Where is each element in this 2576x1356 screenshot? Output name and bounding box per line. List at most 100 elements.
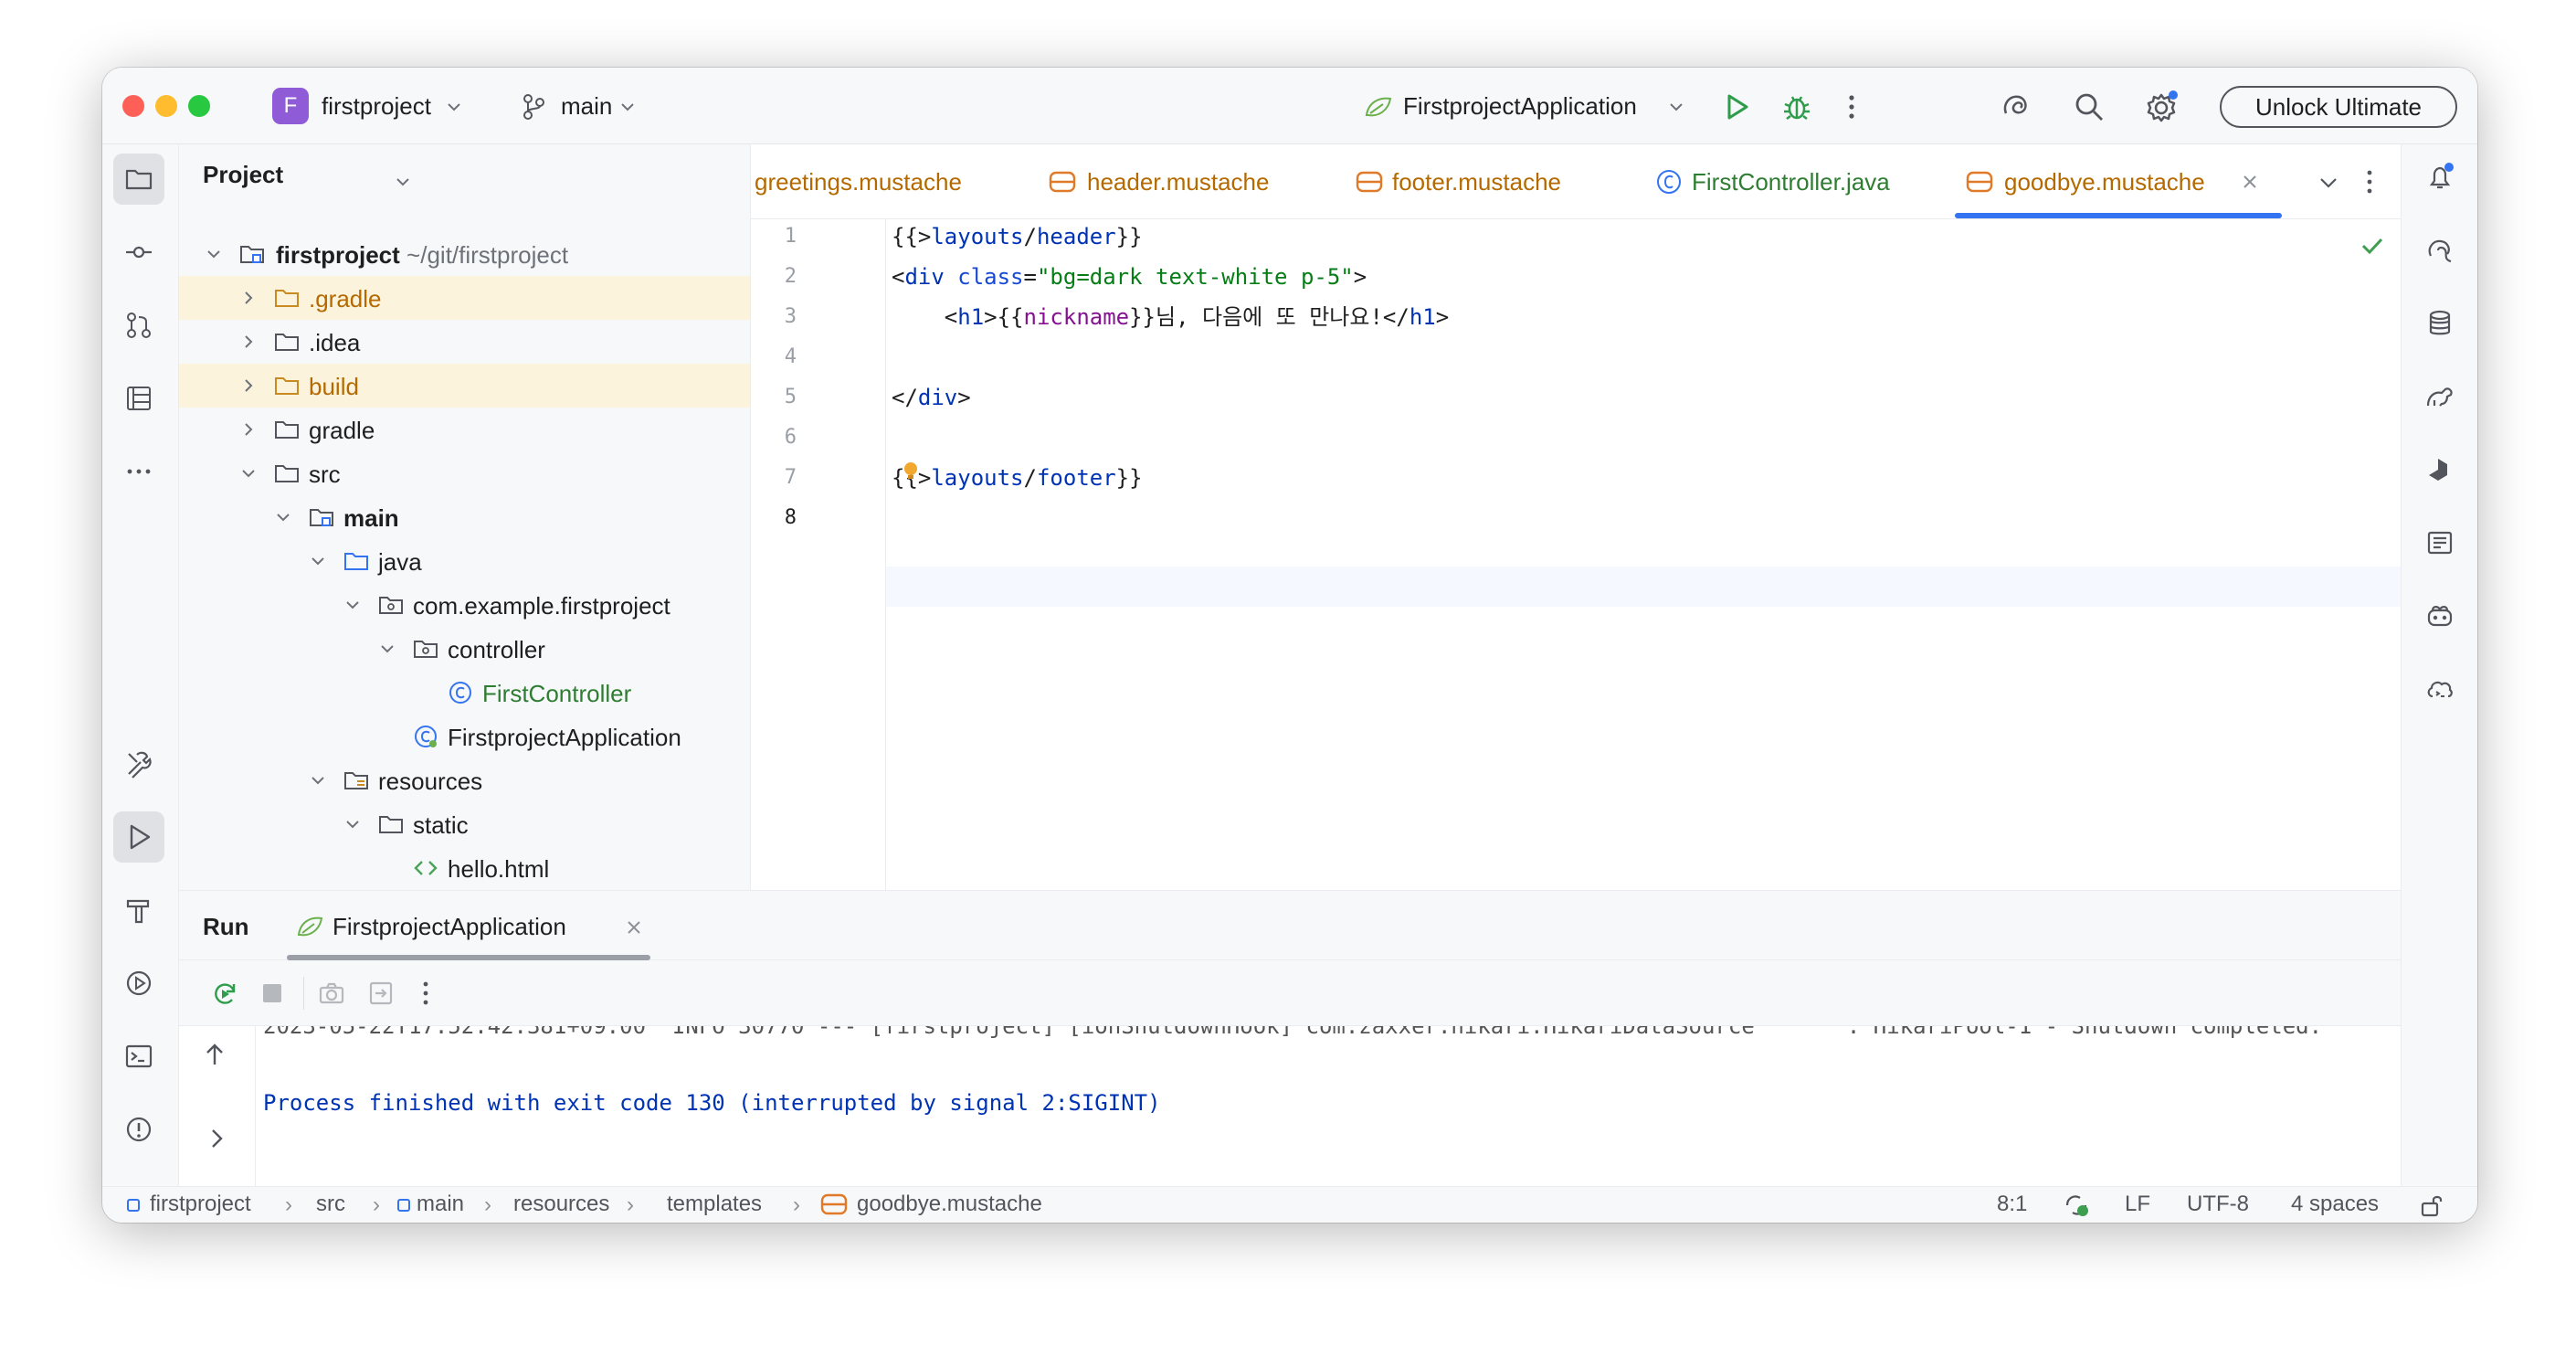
- arrow-up-icon[interactable]: [203, 1041, 227, 1068]
- plugin-button[interactable]: [2414, 444, 2465, 495]
- ai-assistant-icon[interactable]: [1999, 90, 2033, 124]
- chevron-down-icon[interactable]: [1668, 99, 1684, 115]
- unlock-icon[interactable]: [2419, 1192, 2444, 1218]
- tree-item-firstcontroller[interactable]: FirstController: [179, 671, 750, 715]
- chevron-down-icon[interactable]: [2318, 174, 2338, 192]
- problems-tool-button[interactable]: [113, 1104, 164, 1155]
- copilot-button[interactable]: [2414, 590, 2465, 641]
- tree-item-idea[interactable]: .idea: [179, 320, 750, 364]
- run-tab-label[interactable]: FirstprojectApplication: [333, 913, 566, 941]
- unlock-ultimate-button[interactable]: Unlock Ultimate: [2220, 86, 2457, 128]
- close-window-button[interactable]: [122, 95, 144, 117]
- run-tool-button[interactable]: [113, 811, 164, 863]
- close-tab-icon[interactable]: [627, 920, 641, 935]
- rerun-icon[interactable]: [210, 979, 239, 1008]
- chevron-down-icon[interactable]: [274, 508, 292, 526]
- database-button[interactable]: [2414, 298, 2465, 349]
- debug-icon[interactable]: [1781, 91, 1812, 122]
- pull-requests-tool-button[interactable]: [113, 300, 164, 351]
- breadcrumb-resources[interactable]: resources: [513, 1191, 609, 1218]
- file-encoding[interactable]: UTF-8: [2187, 1191, 2249, 1218]
- more-vertical-icon[interactable]: [2364, 166, 2375, 197]
- project-panel-title[interactable]: Project: [203, 161, 283, 189]
- minimize-window-button[interactable]: [155, 95, 177, 117]
- endpoints-tool-button[interactable]: [113, 958, 164, 1009]
- ai-chat-button[interactable]: [2414, 225, 2465, 276]
- terminal-tool-button[interactable]: [113, 1031, 164, 1082]
- breadcrumb-main[interactable]: main: [417, 1191, 464, 1218]
- commit-tool-button[interactable]: [113, 227, 164, 278]
- camera-icon[interactable]: [318, 980, 345, 1006]
- line-ending[interactable]: LF: [2125, 1191, 2150, 1218]
- vcs-status-icon[interactable]: [2063, 1192, 2090, 1218]
- more-tools-button[interactable]: [113, 446, 164, 497]
- tree-item-static[interactable]: static: [179, 802, 750, 846]
- branch-name[interactable]: main: [561, 91, 612, 121]
- remote-dev-button[interactable]: [2414, 663, 2465, 715]
- chevron-right-icon[interactable]: [239, 376, 258, 395]
- exit-icon[interactable]: [367, 980, 395, 1006]
- zoom-window-button[interactable]: [188, 95, 210, 117]
- chevron-down-icon[interactable]: [446, 99, 462, 115]
- tab-firstcontroller-java[interactable]: FirstController.java: [1635, 144, 1909, 218]
- breadcrumb-firstproject[interactable]: firstproject: [150, 1191, 251, 1218]
- endpoints-list-button[interactable]: [2414, 517, 2465, 568]
- chevron-down-icon[interactable]: [395, 174, 411, 190]
- chevron-down-icon[interactable]: [378, 640, 396, 658]
- gradle-button[interactable]: [2414, 371, 2465, 422]
- tree-item-main[interactable]: main: [179, 495, 750, 539]
- run-config-name[interactable]: FirstprojectApplication: [1403, 91, 1637, 121]
- breadcrumb-templates[interactable]: templates: [667, 1191, 762, 1218]
- tab-greetings-mustache[interactable]: greetings.mustache: [751, 144, 1007, 218]
- tree-root-firstproject[interactable]: firstproject ~/git/firstproject: [179, 232, 750, 276]
- project-name[interactable]: firstproject: [322, 91, 431, 121]
- tree-item-resources[interactable]: resources: [179, 758, 750, 802]
- indent-setting[interactable]: 4 spaces: [2291, 1191, 2379, 1218]
- build-tool-button[interactable]: [113, 885, 164, 936]
- code-line-7: {{>layouts/footer}}: [892, 465, 1143, 491]
- project-tool-button[interactable]: [113, 154, 164, 205]
- chevron-down-icon[interactable]: [309, 771, 327, 789]
- tab-footer-mustache[interactable]: footer.mustache: [1332, 144, 1606, 218]
- services-tool-button[interactable]: [113, 738, 164, 789]
- project-badge[interactable]: F: [272, 88, 309, 124]
- chevron-down-icon[interactable]: [343, 815, 362, 833]
- breadcrumb-src[interactable]: src: [316, 1191, 345, 1218]
- tree-item-gradle[interactable]: gradle: [179, 408, 750, 451]
- chevron-right-icon[interactable]: [239, 289, 258, 307]
- search-icon[interactable]: [2072, 90, 2106, 124]
- chevron-right-icon[interactable]: [208, 1127, 227, 1150]
- tab-goodbye-mustache[interactable]: goodbye.mustache: [1946, 144, 2293, 218]
- more-vertical-icon[interactable]: [1845, 91, 1858, 122]
- tree-item-gradle-hidden[interactable]: .gradle: [179, 276, 750, 320]
- chevron-right-icon[interactable]: [239, 333, 258, 351]
- tree-item-hello-html[interactable]: hello.html: [179, 846, 750, 890]
- run-icon[interactable]: [1721, 91, 1752, 122]
- tree-label: static: [413, 811, 469, 839]
- breadcrumb-goodbye-mustache[interactable]: goodbye.mustache: [857, 1191, 1042, 1218]
- more-vertical-icon[interactable]: [420, 979, 431, 1008]
- tree-item-firstprojectapplication[interactable]: FirstprojectApplication: [179, 715, 750, 758]
- notifications-button[interactable]: [2414, 152, 2465, 203]
- stop-icon[interactable]: [259, 980, 285, 1006]
- tree-item-controller[interactable]: controller: [179, 627, 750, 671]
- tree-item-package[interactable]: com.example.firstproject: [179, 583, 750, 627]
- caret-position[interactable]: 8:1: [1997, 1191, 2027, 1218]
- tree-item-java[interactable]: java: [179, 539, 750, 583]
- structure-tool-button[interactable]: [113, 373, 164, 424]
- chevron-down-icon[interactable]: [343, 596, 362, 614]
- console-output[interactable]: 2023-05-22T17:52:42.381+09:00 INFO 30770…: [256, 1026, 2401, 1187]
- chevron-down-icon[interactable]: [619, 99, 636, 115]
- settings-gear-icon[interactable]: [2143, 88, 2181, 126]
- chevron-down-icon[interactable]: [239, 464, 258, 482]
- tree-item-src[interactable]: src: [179, 451, 750, 495]
- code-editor[interactable]: 1 2 3 4 5 6 7 8 {{>layouts/header}} <div…: [751, 219, 2401, 890]
- tree-item-build[interactable]: build: [179, 364, 750, 408]
- check-icon[interactable]: [2360, 236, 2384, 256]
- chevron-down-icon[interactable]: [309, 552, 327, 570]
- tab-header-mustache[interactable]: header.mustache: [1025, 144, 1317, 218]
- close-tab-icon[interactable]: [2242, 174, 2258, 190]
- chevron-right-icon[interactable]: [239, 420, 258, 439]
- intention-bulb-icon[interactable]: [901, 461, 921, 481]
- chevron-down-icon[interactable]: [205, 245, 223, 263]
